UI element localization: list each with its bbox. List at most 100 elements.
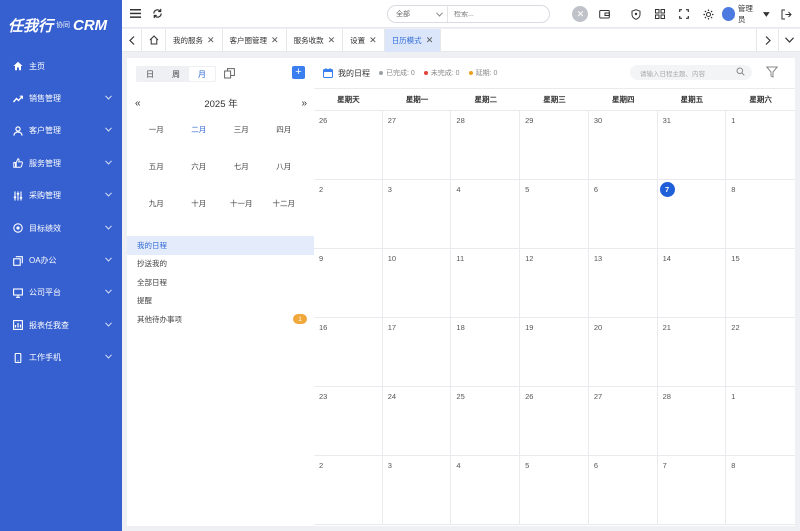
tools-button[interactable]: ✕ <box>570 3 591 25</box>
day-cell[interactable]: 1 <box>726 387 795 456</box>
menu-toggle-button[interactable] <box>124 3 146 25</box>
schedule-item-3[interactable]: 提醒 <box>127 292 314 311</box>
day-cell[interactable]: 28 <box>657 387 727 456</box>
view-option-2[interactable]: 月 <box>189 67 215 81</box>
day-cell[interactable]: 25 <box>451 387 521 456</box>
sidebar-item-6[interactable]: OA办公 <box>0 244 122 276</box>
day-cell[interactable]: 6 <box>588 180 658 249</box>
day-cell[interactable]: 26 <box>520 387 589 456</box>
day-cell[interactable]: 6 <box>588 456 658 525</box>
day-cell[interactable]: 12 <box>520 249 589 318</box>
close-icon[interactable]: ✕ <box>426 35 434 46</box>
month-option[interactable]: 三月 <box>220 124 263 136</box>
day-cell[interactable]: 3 <box>382 456 452 525</box>
month-option[interactable]: 五月 <box>135 161 178 173</box>
close-icon[interactable]: ✕ <box>369 35 377 46</box>
day-cell[interactable]: 27 <box>382 111 452 180</box>
app-logo[interactable]: 任我行 协同 CRM <box>0 0 122 50</box>
day-cell[interactable]: 23 <box>314 387 383 456</box>
day-cell[interactable]: 4 <box>451 180 521 249</box>
sidebar-item-7[interactable]: 公司平台 <box>0 277 122 309</box>
schedule-item-1[interactable]: 抄送我的 <box>127 255 314 274</box>
tab-1[interactable]: 客户圈管理 ✕ <box>223 28 287 52</box>
sidebar-item-4[interactable]: 采购管理 <box>0 180 122 212</box>
day-cell[interactable]: 20 <box>588 318 658 387</box>
tab-2[interactable]: 服务收款 ✕ <box>287 28 344 52</box>
day-cell[interactable]: 11 <box>451 249 521 318</box>
close-icon[interactable]: ✕ <box>207 35 215 46</box>
security-button[interactable] <box>626 3 647 25</box>
day-cell[interactable]: 29 <box>520 111 589 180</box>
user-name[interactable]: 管理员 <box>738 3 759 25</box>
day-cell[interactable]: 7 <box>657 180 727 249</box>
view-option-0[interactable]: 日 <box>137 67 163 81</box>
day-cell[interactable]: 2 <box>314 456 383 525</box>
view-option-1[interactable]: 周 <box>163 67 189 81</box>
schedule-item-0[interactable]: 我的日程 <box>127 236 314 255</box>
sidebar-item-0[interactable]: 主页 <box>0 50 122 82</box>
tab-4[interactable]: 日历模式 ✕ <box>384 28 442 52</box>
day-cell[interactable]: 3 <box>382 180 452 249</box>
apps-button[interactable] <box>650 3 671 25</box>
day-cell[interactable]: 31 <box>657 111 727 180</box>
month-option[interactable]: 六月 <box>178 161 221 173</box>
day-cell[interactable]: 4 <box>451 456 521 525</box>
day-cell[interactable]: 1 <box>726 111 795 180</box>
schedule-item-2[interactable]: 全部日程 <box>127 273 314 292</box>
day-cell[interactable]: 2 <box>314 180 383 249</box>
month-option[interactable]: 九月 <box>135 198 178 210</box>
day-cell[interactable]: 27 <box>588 387 658 456</box>
day-cell[interactable]: 5 <box>520 456 589 525</box>
day-cell[interactable]: 17 <box>382 318 452 387</box>
sidebar-item-8[interactable]: 报表任我查 <box>0 309 122 341</box>
day-cell[interactable]: 30 <box>588 111 658 180</box>
day-cell[interactable]: 10 <box>382 249 452 318</box>
sidebar-item-9[interactable]: 工作手机 <box>0 342 122 374</box>
add-schedule-button[interactable]: + <box>292 66 305 79</box>
day-cell[interactable]: 26 <box>314 111 383 180</box>
day-cell[interactable]: 5 <box>520 180 589 249</box>
month-option[interactable]: 七月 <box>220 161 263 173</box>
day-cell[interactable]: 8 <box>726 180 795 249</box>
close-icon[interactable]: ✕ <box>328 35 336 46</box>
day-cell[interactable]: 7 <box>657 456 727 525</box>
month-option[interactable]: 八月 <box>263 161 306 173</box>
tab-0[interactable]: 我的服务 ✕ <box>166 28 223 52</box>
sidebar-item-5[interactable]: 目标绩效 <box>0 212 122 244</box>
prev-year-button[interactable]: « <box>135 98 141 109</box>
month-option[interactable]: 十月 <box>178 198 221 210</box>
day-cell[interactable]: 13 <box>588 249 658 318</box>
logout-button[interactable] <box>776 3 797 25</box>
day-cell[interactable]: 16 <box>314 318 383 387</box>
schedule-item-4[interactable]: 其他待办事项 1 <box>127 310 314 329</box>
sidebar-item-3[interactable]: 服务管理 <box>0 147 122 179</box>
settings-button[interactable] <box>698 3 719 25</box>
month-option[interactable]: 十一月 <box>220 198 263 210</box>
sidebar-item-1[interactable]: 销售管理 <box>0 82 122 114</box>
tabs-prev-button[interactable] <box>122 28 142 52</box>
day-cell[interactable]: 19 <box>520 318 589 387</box>
wallet-button[interactable] <box>594 3 615 25</box>
day-cell[interactable]: 15 <box>726 249 795 318</box>
close-icon[interactable]: ✕ <box>271 35 279 46</box>
month-option[interactable]: 一月 <box>135 124 178 136</box>
day-cell[interactable]: 9 <box>314 249 383 318</box>
month-option[interactable]: 四月 <box>263 124 306 136</box>
schedule-search[interactable]: 请输入日程主题、内容 <box>630 65 752 80</box>
day-cell[interactable]: 14 <box>657 249 727 318</box>
next-year-button[interactable]: » <box>301 98 307 109</box>
tabs-menu-button[interactable] <box>778 28 800 52</box>
day-cell[interactable]: 18 <box>451 318 521 387</box>
search-scope-select[interactable]: 全部 <box>388 6 448 22</box>
avatar[interactable] <box>721 7 735 21</box>
filter-button[interactable] <box>765 66 779 80</box>
tab-home[interactable] <box>142 28 166 52</box>
day-cell[interactable]: 28 <box>451 111 521 180</box>
sidebar-item-2[interactable]: 客户管理 <box>0 115 122 147</box>
search-input[interactable] <box>448 10 549 18</box>
sync-button[interactable] <box>224 68 235 81</box>
month-option[interactable]: 二月 <box>178 124 221 136</box>
day-cell[interactable]: 8 <box>726 456 795 525</box>
day-cell[interactable]: 24 <box>382 387 452 456</box>
caret-down-icon[interactable] <box>763 11 771 17</box>
